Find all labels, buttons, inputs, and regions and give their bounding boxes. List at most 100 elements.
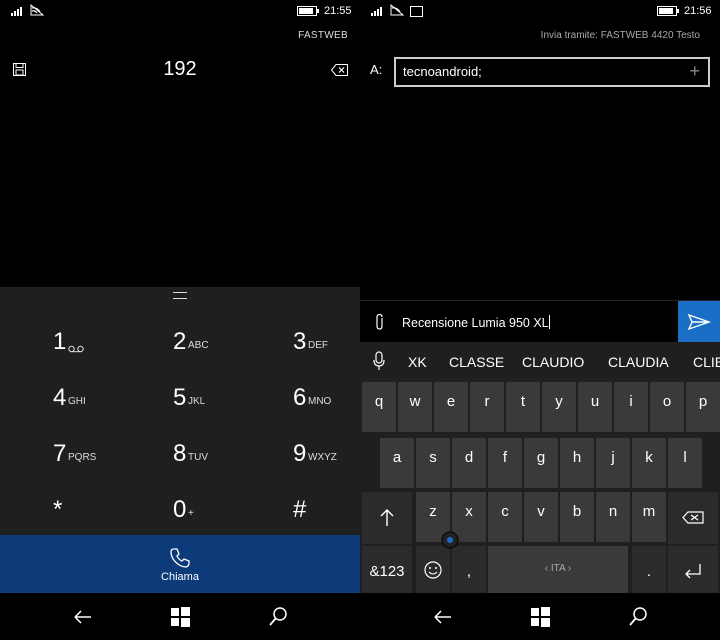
dial-key[interactable]: 6 MNO xyxy=(240,357,360,413)
back-icon[interactable] xyxy=(429,603,457,631)
dial-key[interactable]: 0 + xyxy=(120,469,240,525)
dial-key[interactable]: 2 ABC xyxy=(120,301,240,357)
keypad-handle[interactable] xyxy=(173,292,187,299)
call-label: Chiama xyxy=(161,571,199,583)
key-t-label: t xyxy=(520,393,526,410)
period-key[interactable]: . xyxy=(632,546,666,594)
status-bar: 21:55 xyxy=(0,0,360,22)
key-h[interactable]: h xyxy=(560,438,594,488)
dial-key[interactable]: 1 xyxy=(0,301,120,357)
message-text: Recensione Lumia 950 XL xyxy=(402,316,549,330)
dial-key[interactable]: 3 DEF xyxy=(240,301,360,357)
backspace-key[interactable] xyxy=(668,492,718,544)
dial-key[interactable]: 4 GHI xyxy=(0,357,120,413)
key-x-label: x xyxy=(465,503,473,520)
wifi-icon xyxy=(30,4,44,16)
space-key[interactable]: ‹ ITA › xyxy=(488,546,628,594)
dial-key-letters: JKL xyxy=(188,396,206,407)
key-j[interactable]: j xyxy=(596,438,630,488)
emoji-key[interactable] xyxy=(416,546,450,594)
key-q[interactable]: q xyxy=(362,382,396,432)
windows-start-icon[interactable] xyxy=(526,603,554,631)
suggestion[interactable]: CLAUDIA xyxy=(608,354,669,370)
key-q-label: q xyxy=(374,393,384,410)
to-label: A: xyxy=(370,62,383,77)
microphone-icon[interactable] xyxy=(373,351,385,371)
messaging-screen: 21:56 Invia tramite: FASTWEB 4420 Testo … xyxy=(360,0,720,640)
call-button[interactable]: Chiama xyxy=(150,543,210,587)
dial-key[interactable]: 7 PQRS xyxy=(0,413,120,469)
key-y[interactable]: y xyxy=(542,382,576,432)
key-u[interactable]: u xyxy=(578,382,612,432)
symbols-key-label: &123 xyxy=(369,563,405,580)
recipient-field[interactable]: tecnoandroid; + xyxy=(394,57,710,87)
key-v[interactable]: v xyxy=(524,492,558,542)
backspace-icon[interactable] xyxy=(331,64,348,76)
dial-key-letters: + xyxy=(188,508,194,519)
key-f[interactable]: f xyxy=(488,438,522,488)
key-a-label: a xyxy=(392,449,402,466)
symbols-key[interactable]: &123 xyxy=(362,546,412,594)
key-b[interactable]: b xyxy=(560,492,594,542)
dial-key[interactable]: 9 WXYZ xyxy=(240,413,360,469)
dial-key-digit: 6 xyxy=(293,384,307,411)
enter-key[interactable] xyxy=(668,546,718,594)
suggestion[interactable]: CLIE xyxy=(693,354,720,370)
send-button[interactable] xyxy=(678,301,720,343)
key-p[interactable]: p xyxy=(686,382,720,432)
dial-key-letters: GHI xyxy=(68,396,86,407)
dial-key[interactable]: * xyxy=(0,469,120,525)
space-key-label: ‹ ITA › xyxy=(544,563,572,574)
text-cursor-ball-icon[interactable] xyxy=(441,531,459,549)
suggestion[interactable]: XK xyxy=(408,354,427,370)
key-l[interactable]: l xyxy=(668,438,702,488)
attachment-icon[interactable] xyxy=(374,313,386,331)
key-s[interactable]: s xyxy=(416,438,450,488)
back-icon[interactable] xyxy=(69,603,97,631)
call-bar: Chiama xyxy=(0,535,360,593)
dial-key[interactable]: 8 TUV xyxy=(120,413,240,469)
key-g[interactable]: g xyxy=(524,438,558,488)
message-input[interactable]: Recensione Lumia 950 XL xyxy=(402,315,550,330)
carrier-name: FASTWEB xyxy=(298,30,348,41)
enter-icon xyxy=(685,564,701,579)
dial-keypad: 1 2 ABC 3 DEF 4 GHI 5 JKL 6 MNO 7 PQRS 8 TUV 9 WXYZ * 0 + # xyxy=(0,287,360,535)
add-recipient-icon[interactable]: + xyxy=(689,61,700,82)
key-m[interactable]: m xyxy=(632,492,666,542)
search-icon[interactable] xyxy=(264,603,292,631)
keyboard: XK CLASSE CLAUDIO CLAUDIA CLIE q w e r t y u i o… xyxy=(360,342,720,594)
signal-icon xyxy=(371,7,382,16)
key-a[interactable]: a xyxy=(380,438,414,488)
key-o-label: o xyxy=(662,393,672,410)
key-e[interactable]: e xyxy=(434,382,468,432)
key-n[interactable]: n xyxy=(596,492,630,542)
dial-key[interactable]: 5 JKL xyxy=(120,357,240,413)
shift-key[interactable] xyxy=(362,492,412,544)
key-v-label: v xyxy=(537,503,545,520)
key-t[interactable]: t xyxy=(506,382,540,432)
key-i[interactable]: i xyxy=(614,382,648,432)
key-w[interactable]: w xyxy=(398,382,432,432)
key-n-label: n xyxy=(608,503,618,520)
windows-start-icon[interactable] xyxy=(166,603,194,631)
suggestion[interactable]: CLAUDIO xyxy=(522,354,584,370)
dialed-number: 192 xyxy=(163,58,197,80)
key-r[interactable]: r xyxy=(470,382,504,432)
period-key-label: . xyxy=(646,563,652,580)
search-icon[interactable] xyxy=(624,603,652,631)
key-o[interactable]: o xyxy=(650,382,684,432)
recipient-value: tecnoandroid; xyxy=(403,64,482,79)
dial-key-letters: TUV xyxy=(188,452,208,463)
phone-icon xyxy=(170,548,190,568)
dial-key[interactable]: # xyxy=(240,469,360,525)
dial-key-letters: WXYZ xyxy=(308,452,337,463)
key-k[interactable]: k xyxy=(632,438,666,488)
suggestion[interactable]: CLASSE xyxy=(449,354,504,370)
message-notification-icon xyxy=(410,6,423,17)
key-s-label: s xyxy=(429,449,437,466)
key-j-label: j xyxy=(611,449,615,466)
key-d[interactable]: d xyxy=(452,438,486,488)
key-c[interactable]: c xyxy=(488,492,522,542)
key-m-label: m xyxy=(642,503,656,520)
comma-key[interactable]: , xyxy=(452,546,486,594)
